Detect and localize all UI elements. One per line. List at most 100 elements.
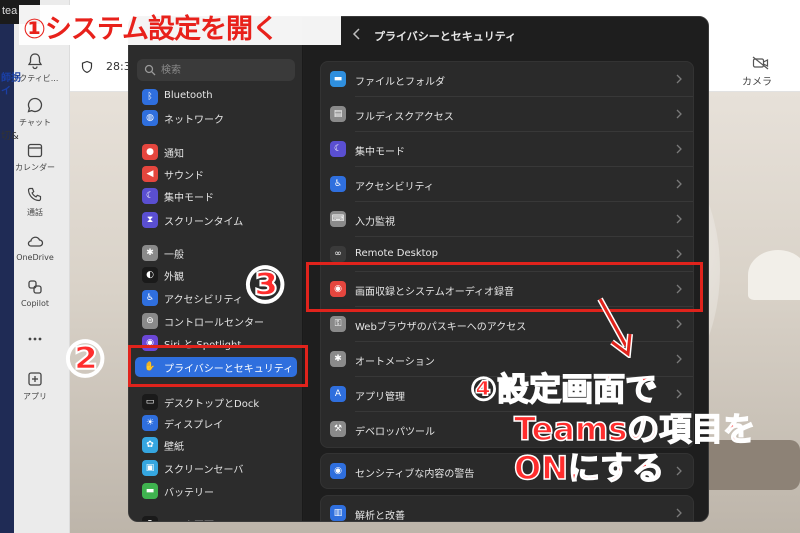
sidebar-item[interactable]: ▭ デスクトップとDock — [135, 392, 297, 412]
sidebar-item[interactable]: ▣ スクリーンセーバ — [135, 458, 297, 478]
folder-icon: ▬ — [330, 71, 346, 87]
settings-row-label: アプリ管理 — [355, 392, 405, 403]
sidebar-item[interactable]: ▬ バッテリー — [135, 481, 297, 501]
gear-icon: ✱ — [330, 351, 346, 367]
add-app-icon — [28, 372, 42, 386]
sidebar-item[interactable]: ◀ サウンド — [135, 164, 297, 184]
bell-icon — [27, 53, 43, 70]
accessibility-icon: ♿ — [142, 290, 158, 306]
settings-row-label: ファイルとフォルダ — [355, 77, 445, 88]
sidebar-item-label: Bluetooth — [164, 90, 213, 101]
sidebar-item-label: スクリーンセーバ — [164, 465, 244, 476]
settings-row-label: 解析と改善 — [355, 511, 405, 522]
step4-line3: ONにする — [513, 448, 665, 488]
disk-icon: ▤ — [330, 106, 346, 122]
camera-label: カメラ — [742, 77, 772, 88]
sidebar-item-label: ネットワーク — [164, 115, 224, 126]
chevron-right-icon — [676, 214, 682, 224]
sidebar-item-label: デスクトップとDock — [164, 399, 260, 410]
sidebar-item[interactable]: ◍ ネットワーク — [135, 108, 297, 128]
wallpaper-icon: ✿ — [142, 437, 158, 453]
sidebar-item[interactable]: ⧗ スクリーンタイム — [135, 210, 297, 230]
analytics-group: ▥ 解析と改善 — [320, 495, 694, 522]
arrow-down-icon — [597, 297, 633, 358]
search-icon — [144, 64, 156, 76]
meeting-time: 28:3 — [106, 60, 131, 73]
sidebar-item[interactable]: ⊜ コントロールセンター — [135, 311, 297, 331]
person-key-icon: ⚿ — [330, 316, 346, 332]
camera-off-icon[interactable] — [752, 56, 770, 70]
sidebar-item-label: サウンド — [164, 171, 204, 182]
sidebar-item-label: アクセシビリティ — [164, 295, 243, 306]
eye-icon: ◉ — [330, 463, 346, 479]
chevron-right-icon — [676, 74, 682, 84]
chevron-right-icon — [676, 466, 682, 476]
copilot-icon — [28, 280, 42, 294]
settings-row-label: オートメーション — [355, 357, 435, 368]
settings-row[interactable]: ▥ 解析と改善 — [321, 496, 693, 522]
side-fragment-top: 師拐 イ — [1, 73, 21, 97]
search-field[interactable] — [137, 59, 295, 81]
window-title-fragment: tea — [2, 5, 18, 17]
step1-banner: ①システム設定を開く — [19, 5, 341, 45]
search-input[interactable] — [161, 62, 287, 78]
keyboard-icon: ⌨ — [330, 211, 346, 227]
sidebar-item-label: スクリーンタイム — [164, 217, 244, 228]
sidebar-item[interactable]: ● 通知 — [135, 142, 297, 162]
shield-icon — [81, 60, 93, 74]
chevron-right-icon — [676, 144, 682, 154]
settings-row-label: 集中モード — [355, 147, 405, 158]
settings-row-label: デベロッパツール — [355, 427, 435, 438]
moon-icon: ☾ — [142, 188, 158, 204]
chevron-right-icon — [676, 508, 682, 518]
chat-icon — [27, 97, 43, 113]
chevron-right-icon — [676, 354, 682, 364]
sidebar-item-label: バッテリー — [164, 488, 214, 499]
bell-icon: ● — [142, 144, 158, 160]
settings-row[interactable]: ⌨ 入力監視 — [321, 202, 693, 237]
step3-marker: ③ — [243, 255, 287, 315]
sidebar-item[interactable]: ☾ 集中モード — [135, 186, 297, 206]
settings-row[interactable]: ▤ フルディスクアクセス — [321, 97, 693, 132]
background-lamp — [748, 250, 800, 300]
accessibility-icon: ♿ — [330, 176, 346, 192]
settings-row-label: アクセシビリティ — [355, 182, 434, 193]
sidebar-item[interactable]: ☀ ディスプレイ — [135, 413, 297, 433]
calendar-icon — [27, 143, 43, 158]
chevron-right-icon — [676, 109, 682, 119]
settings-row[interactable]: ▬ ファイルとフォルダ — [321, 62, 693, 97]
settings-row-label: Webブラウザのパスキーへのアクセス — [355, 322, 527, 333]
display-icon: ☀ — [142, 415, 158, 431]
settings-row-label: フルディスクアクセス — [355, 112, 454, 123]
battery-icon: ▬ — [142, 483, 158, 499]
sidebar-item[interactable]: ✿ 壁紙 — [135, 435, 297, 455]
sidebar-item-label: ディスプレイ — [164, 420, 224, 431]
appearance-icon: ◐ — [142, 267, 158, 283]
page-title: プライバシーとセキュリティ — [374, 30, 517, 43]
step1-text: ①システム設定を開く — [23, 14, 279, 45]
lock-icon: ▮ — [142, 516, 158, 521]
highlight-privacy-sidebar — [128, 345, 308, 387]
sidebar-item[interactable]: ▮ ロック画面 — [135, 514, 297, 521]
control-center-icon: ⊜ — [142, 313, 158, 329]
dock-icon: ▭ — [142, 394, 158, 410]
sidebar-item[interactable]: ᛒ Bluetooth — [135, 87, 297, 107]
sidebar-item-label: ロック画面 — [164, 517, 214, 521]
sidebar-item-label: 壁紙 — [164, 442, 184, 453]
settings-row[interactable]: ☾ 集中モード — [321, 132, 693, 167]
side-fragment-mid: 切& — [1, 131, 19, 142]
bluetooth-icon: ᛒ — [142, 89, 158, 105]
settings-row-label: Remote Desktop — [355, 248, 439, 259]
chevron-left-icon[interactable] — [350, 27, 364, 41]
sidebar-item-label: 集中モード — [164, 193, 214, 204]
globe-icon: ◍ — [142, 110, 158, 126]
sidebar-item-label: 一般 — [164, 250, 184, 261]
gear-icon: ✱ — [142, 245, 158, 261]
chevron-right-icon — [676, 319, 682, 329]
hammer-icon: ⚒ — [330, 421, 346, 437]
highlight-screen-recording-row — [306, 262, 703, 312]
chart-icon: ▥ — [330, 505, 346, 521]
settings-row[interactable]: ♿ アクセシビリティ — [321, 167, 693, 202]
hourglass-icon: ⧗ — [142, 212, 158, 228]
moon-icon: ☾ — [330, 141, 346, 157]
